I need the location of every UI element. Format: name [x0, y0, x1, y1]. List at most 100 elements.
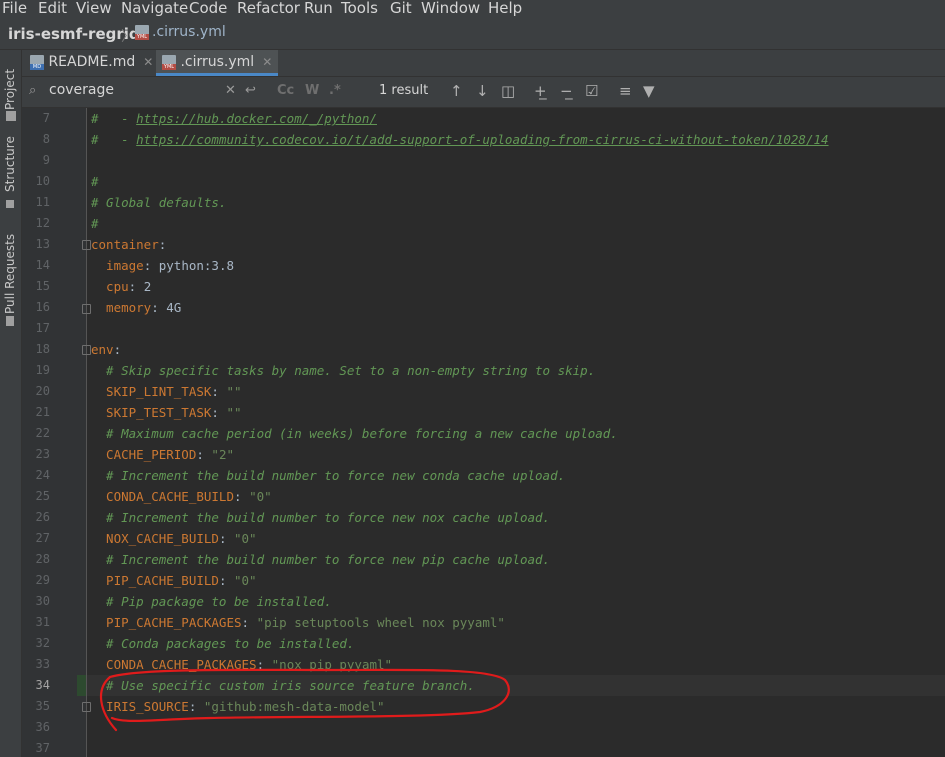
- code-token: :: [218, 573, 234, 588]
- yaml-file-icon: [162, 54, 176, 70]
- fold-marker-icon[interactable]: [82, 240, 91, 250]
- code-line: PIP_CACHE_PACKAGES: "pip setuptools whee…: [91, 612, 505, 633]
- code-line: # Increment the build number to force ne…: [91, 507, 550, 528]
- new-line-icon[interactable]: ↩: [245, 83, 256, 98]
- code-token: SKIP_TEST_TASK: [91, 405, 212, 420]
- close-icon[interactable]: ✕: [262, 55, 272, 69]
- tool-tab-project[interactable]: Project: [1, 58, 21, 121]
- menu-refactor[interactable]: Refactor: [237, 0, 300, 21]
- line-number: 16: [35, 300, 50, 314]
- tool-tab-pull-requests-label: Pull Requests: [3, 233, 17, 314]
- code-token: container: [91, 237, 159, 252]
- select-all-occurrences-icon[interactable]: ◫: [501, 82, 515, 100]
- code-token: "github:mesh-data-model": [203, 699, 385, 714]
- menu-edit[interactable]: Edit: [38, 0, 67, 21]
- fold-marker-icon[interactable]: [82, 304, 91, 314]
- breadcrumb: iris-esmf-regrid 〉 .cirrus.yml: [0, 21, 945, 50]
- tool-tab-structure[interactable]: Structure: [1, 136, 21, 212]
- menu-window[interactable]: Window: [421, 0, 480, 21]
- code-link[interactable]: https://hub.docker.com/_/python/: [136, 111, 377, 126]
- close-icon[interactable]: ✕: [143, 55, 153, 69]
- markdown-file-icon: [30, 54, 44, 70]
- clear-icon[interactable]: ✕: [225, 83, 236, 98]
- code-link[interactable]: https://community.codecov.io/t/add-suppo…: [136, 132, 828, 147]
- tab-cirrus-yml-label: .cirrus.yml: [180, 54, 255, 70]
- tool-tab-pull-requests[interactable]: Pull Requests: [1, 230, 21, 330]
- code-line: IRIS_SOURCE: "github:mesh-data-model": [91, 696, 385, 717]
- changed-line-marker: [77, 675, 86, 696]
- code-token: NOX_CACHE_BUILD: [91, 531, 219, 546]
- code-token: "nox pip pyyaml": [271, 657, 393, 672]
- menu-navigate[interactable]: Navigate: [121, 0, 188, 21]
- tool-tab-structure-label: Structure: [3, 136, 17, 192]
- code-line: PIP_CACHE_BUILD: "0": [91, 570, 257, 591]
- line-number: 24: [35, 468, 50, 482]
- tab-cirrus-yml[interactable]: .cirrus.yml ✕: [156, 50, 278, 76]
- code-token: :: [241, 615, 257, 630]
- line-number: 23: [35, 447, 50, 461]
- line-number: 11: [35, 195, 50, 209]
- code-token: CACHE_PERIOD: [91, 447, 197, 462]
- code-token: :: [113, 342, 122, 357]
- code-token: PIP_CACHE_BUILD: [91, 573, 219, 588]
- match-case-toggle[interactable]: Cc: [277, 83, 294, 98]
- code-token: #: [91, 174, 99, 189]
- menu-code[interactable]: Code: [189, 0, 227, 21]
- code-line: # Pip package to be installed.: [91, 591, 332, 612]
- filter-icon[interactable]: ▼: [643, 82, 655, 100]
- code-line: # Increment the build number to force ne…: [91, 465, 565, 486]
- code-editor[interactable]: 7 # - https://hub.docker.com/_/python/8 # …: [22, 108, 945, 757]
- code-token: : python:3.8: [143, 258, 234, 273]
- code-token: # Increment the build number to force ne…: [91, 552, 551, 567]
- menu-help[interactable]: Help: [488, 0, 522, 21]
- add-occurrence-icon[interactable]: +̲: [534, 82, 547, 100]
- code-token: "0": [249, 489, 272, 504]
- line-number: 18: [35, 342, 50, 356]
- fold-marker-icon[interactable]: [82, 702, 91, 712]
- search-input[interactable]: ⌕ coverage ✕ ↩: [22, 77, 277, 107]
- menu-file[interactable]: File: [2, 0, 27, 21]
- code-line: image: python:3.8: [91, 255, 234, 276]
- code-line: container:: [91, 234, 166, 255]
- menu-git[interactable]: Git: [390, 0, 412, 21]
- code-token: # Skip specific tasks by name. Set to a …: [91, 363, 596, 378]
- line-number: 9: [42, 153, 50, 167]
- remove-occurrence-icon[interactable]: −̲: [560, 82, 573, 100]
- breadcrumb-file[interactable]: .cirrus.yml: [135, 24, 226, 40]
- tool-tab-project-label: Project: [3, 68, 17, 110]
- previous-occurrence-icon[interactable]: ↑: [450, 82, 463, 100]
- pull-request-icon: [6, 316, 14, 326]
- open-in-window-icon[interactable]: ≡: [619, 82, 632, 100]
- fold-marker-icon[interactable]: [82, 345, 91, 355]
- search-query[interactable]: coverage: [49, 82, 114, 98]
- tab-readme[interactable]: README.md ✕: [30, 50, 154, 76]
- code-line: CONDA_CACHE_PACKAGES: "nox pip pyyaml": [91, 654, 392, 675]
- code-token: # -: [91, 111, 137, 126]
- menu-tools[interactable]: Tools: [341, 0, 378, 21]
- code-token: "": [226, 384, 242, 399]
- menu-run[interactable]: Run: [304, 0, 333, 21]
- menu-view[interactable]: View: [76, 0, 112, 21]
- code-line: # Skip specific tasks by name. Set to a …: [91, 360, 595, 381]
- line-number: 7: [42, 111, 50, 125]
- select-all-check-icon[interactable]: ☑: [585, 82, 598, 100]
- next-occurrence-icon[interactable]: ↓: [476, 82, 489, 100]
- code-line: env:: [91, 339, 121, 360]
- words-toggle[interactable]: W: [305, 83, 319, 98]
- breadcrumb-separator-icon: 〉: [121, 29, 135, 45]
- code-token: "pip setuptools wheel nox pyyaml": [256, 615, 505, 630]
- breadcrumb-project[interactable]: iris-esmf-regrid: [8, 25, 140, 43]
- code-token: : 2: [128, 279, 152, 294]
- code-line: # Increment the build number to force ne…: [91, 549, 550, 570]
- tool-window-strip: Project Structure Pull Requests: [0, 50, 22, 757]
- code-line: # Conda packages to be installed.: [91, 633, 354, 654]
- search-icon[interactable]: ⌕: [29, 83, 36, 98]
- regex-toggle[interactable]: .*: [329, 83, 341, 98]
- code-line: memory: 4G: [91, 297, 181, 318]
- line-number: 13: [35, 237, 50, 251]
- code-token: :: [211, 405, 227, 420]
- code-token: SKIP_LINT_TASK: [91, 384, 212, 399]
- code-token: env: [91, 342, 114, 357]
- code-line: CONDA_CACHE_BUILD: "0": [91, 486, 272, 507]
- code-token: image: [91, 258, 144, 273]
